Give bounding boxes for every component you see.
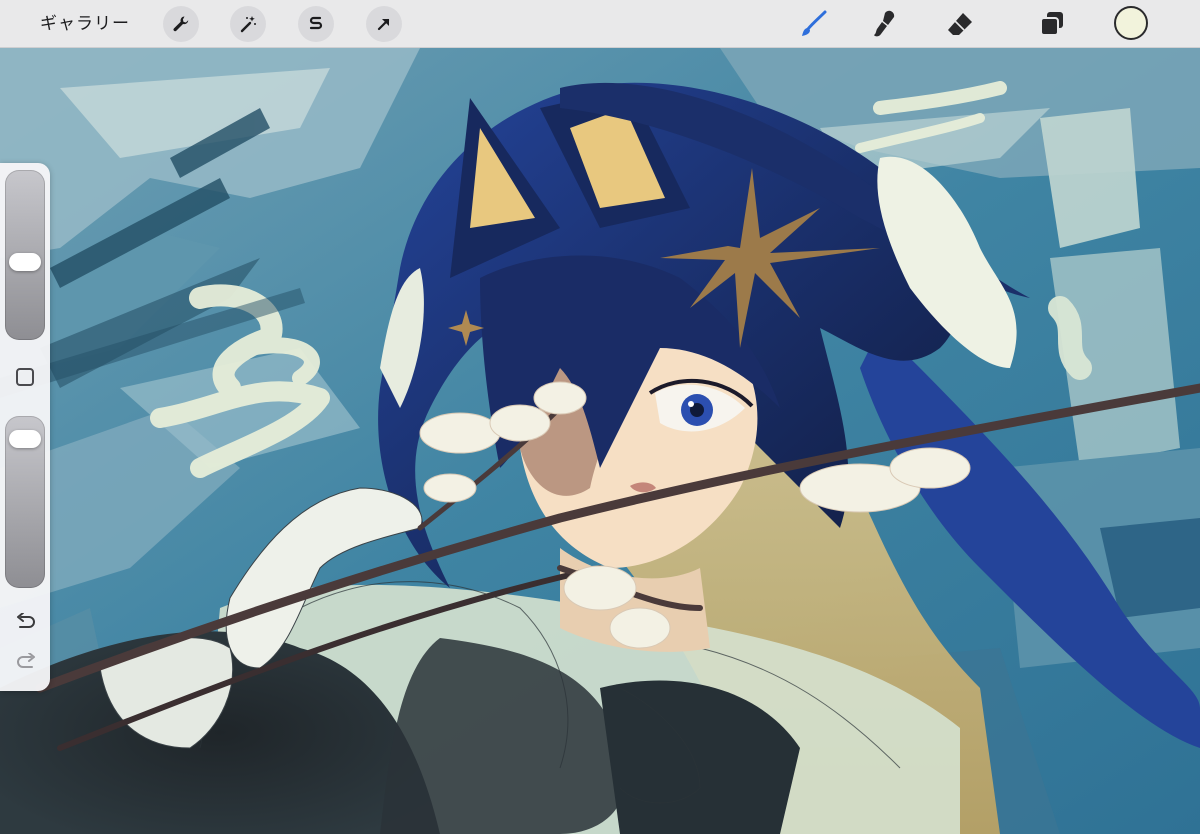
opacity-slider-thumb[interactable] (9, 430, 41, 449)
actions-button[interactable] (163, 6, 199, 42)
brush-icon (802, 10, 827, 36)
gallery-button[interactable]: ギャラリー (40, 0, 130, 48)
modifier-square-icon[interactable] (16, 368, 34, 386)
color-picker-well[interactable] (1114, 6, 1148, 40)
eraser-tool-button[interactable] (942, 6, 978, 42)
eraser-icon (948, 13, 972, 35)
brush-size-slider-thumb[interactable] (9, 253, 41, 272)
drawing-canvas[interactable] (0, 48, 1200, 834)
adjustments-button[interactable] (230, 6, 266, 42)
brush-tool-button[interactable] (796, 6, 832, 42)
selection-button[interactable] (298, 6, 334, 42)
smudge-icon (874, 10, 895, 37)
layers-button[interactable] (1034, 6, 1070, 42)
magic-wand-icon (240, 16, 256, 33)
transform-arrow-icon (377, 18, 390, 31)
left-sidebar (0, 163, 50, 691)
brush-size-slider[interactable] (5, 170, 45, 340)
selection-s-icon (309, 16, 323, 30)
opacity-slider[interactable] (5, 416, 45, 588)
undo-icon (17, 613, 35, 628)
transform-button[interactable] (366, 6, 402, 42)
redo-icon (17, 653, 35, 668)
undo-button[interactable] (13, 610, 39, 634)
layers-icon (1040, 12, 1063, 36)
redo-button[interactable] (13, 650, 39, 674)
smudge-tool-button[interactable] (866, 6, 902, 42)
wrench-icon (173, 16, 189, 32)
artwork (0, 48, 1200, 834)
top-toolbar: ギャラリー (0, 0, 1200, 48)
